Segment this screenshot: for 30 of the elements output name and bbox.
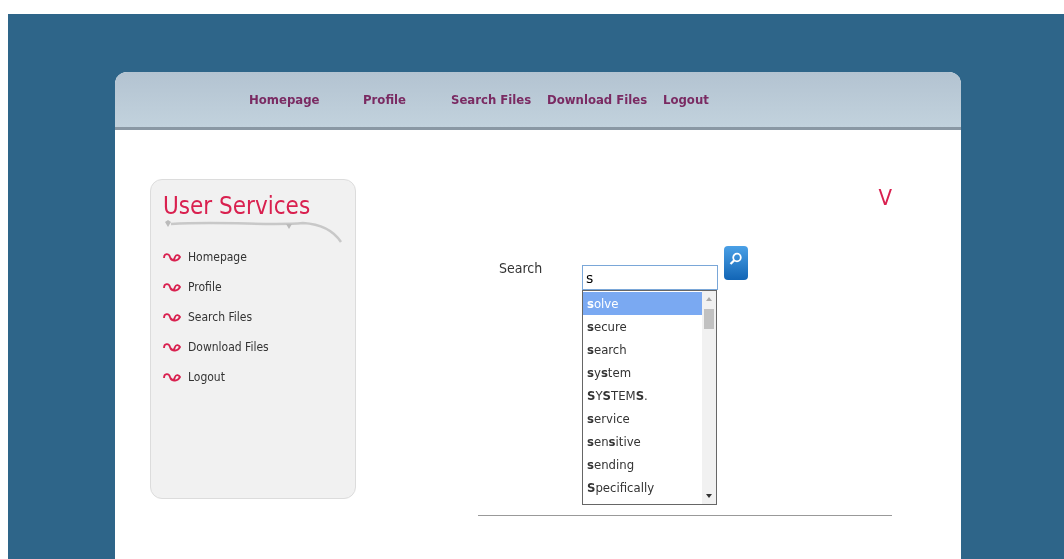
suggestion-item[interactable]: search [583,338,702,361]
suggestion-item[interactable]: Specifically [583,476,702,499]
suggestion-item[interactable]: secure [583,315,702,338]
search-button[interactable] [724,246,748,280]
swirl-icon [163,342,181,352]
nav-link[interactable]: Search Files [451,92,547,107]
sidebar-link[interactable]: Homepage [188,250,247,264]
swirl-icon [163,282,181,292]
suggestion-item[interactable]: sending [583,453,702,476]
scrollbar[interactable] [702,291,716,504]
sidebar-link[interactable]: Logout [188,370,225,384]
swirl-icon [163,372,181,382]
suggestion-item[interactable]: SYSTEMS. [583,384,702,407]
sidebar-link[interactable]: Download Files [188,340,269,354]
heading-fragment: V [878,185,892,210]
nav-link[interactable]: Logout [663,92,709,107]
suggestion-item[interactable]: service [583,407,702,430]
suggestion-item[interactable]: system [583,361,702,384]
suggestion-item[interactable]: sensitive [583,430,702,453]
swirl-icon [163,312,181,322]
query-input[interactable]: s [582,265,718,290]
nav-link[interactable]: Profile [363,92,451,107]
nav-link[interactable]: Homepage [249,92,363,107]
nav-link[interactable]: Download Files [547,92,663,107]
search-label: Search [499,260,544,276]
swirl-icon [163,252,181,262]
sidebar-link[interactable]: Profile [188,280,222,294]
search-icon [729,252,743,266]
sidebar-link[interactable]: Search Files [188,310,253,324]
sidebar-title: User Services [163,192,311,220]
